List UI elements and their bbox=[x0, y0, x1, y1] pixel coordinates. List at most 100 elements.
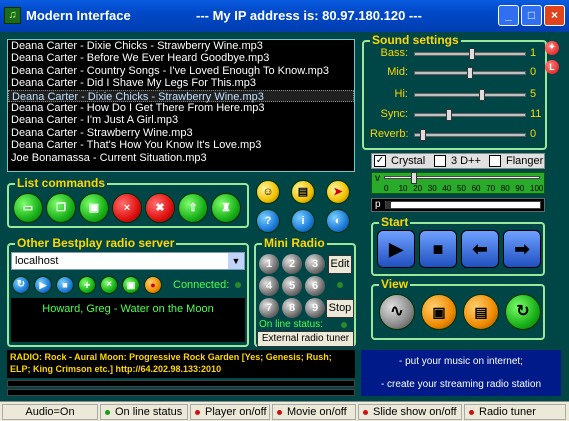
app-icon[interactable]: ♫ bbox=[4, 7, 21, 24]
title-bar: ♫ Modern Interface --- My IP address is:… bbox=[0, 0, 569, 32]
preset-2-button[interactable]: 2 bbox=[282, 254, 302, 274]
position-slider[interactable] bbox=[385, 201, 541, 209]
star-icon[interactable]: ✦ bbox=[545, 41, 559, 55]
playlist-item[interactable]: Deana Carter - Did I Shave My Legs For T… bbox=[8, 77, 354, 89]
slideshow-toggle[interactable]: Slide show on/off bbox=[358, 404, 462, 420]
playlist-item[interactable]: Deana Carter - Before We Ever Heard Good… bbox=[8, 52, 354, 64]
audio-status[interactable]: Audio=On bbox=[2, 404, 98, 420]
playlist-item[interactable]: Deana Carter - I'm Just A Girl.mp3 bbox=[8, 114, 354, 126]
open-folder-button[interactable]: ▭ bbox=[13, 193, 43, 223]
minimize-button[interactable]: _ bbox=[498, 5, 519, 26]
play-small-icon: ▶ bbox=[39, 280, 47, 290]
preset-6-button[interactable]: 6 bbox=[305, 276, 325, 296]
previous-button[interactable]: ⬅ bbox=[461, 230, 499, 268]
3d-label: 3 D++ bbox=[451, 155, 481, 167]
slider-thumb[interactable] bbox=[479, 89, 485, 101]
playlist[interactable]: Deana Carter - Dixie Chicks - Strawberry… bbox=[7, 39, 355, 172]
playlist-item[interactable]: Joe Bonamassa - Current Situation.mp3 bbox=[8, 152, 354, 164]
slider-thumb[interactable] bbox=[469, 48, 475, 60]
volume-thumb[interactable] bbox=[411, 172, 417, 184]
playlist-item[interactable]: Deana Carter - Country Songs - I've Love… bbox=[8, 65, 354, 77]
radio-save-button[interactable]: ▣ bbox=[122, 276, 140, 294]
slider-value: 0 bbox=[530, 128, 537, 140]
slider-track[interactable] bbox=[414, 67, 526, 79]
radio-record-button[interactable]: ● bbox=[144, 276, 162, 294]
maximize-button[interactable]: □ bbox=[521, 5, 542, 26]
radio-play-button[interactable]: ▶ bbox=[34, 276, 52, 294]
edit-button[interactable]: Edit bbox=[328, 255, 352, 274]
help-button[interactable]: ? bbox=[256, 209, 280, 233]
slider-track[interactable] bbox=[414, 89, 526, 101]
slider-track[interactable] bbox=[414, 129, 526, 141]
online-status-cell[interactable]: On line status bbox=[100, 404, 188, 420]
playlist-item[interactable]: Deana Carter - That's How You Know It's … bbox=[8, 139, 354, 151]
slider-thumb[interactable] bbox=[420, 129, 426, 141]
position-thumb[interactable] bbox=[386, 201, 391, 209]
playlist-view-button[interactable]: ▤ bbox=[463, 294, 499, 330]
preset-5-button[interactable]: 5 bbox=[282, 276, 302, 296]
record-icon: ● bbox=[150, 280, 156, 290]
movie-toggle[interactable]: Movie on/off bbox=[272, 404, 356, 420]
shield-button[interactable]: ◐ bbox=[326, 209, 350, 233]
play-button[interactable]: ▶ bbox=[377, 230, 415, 268]
preset-7-button[interactable]: 7 bbox=[259, 298, 279, 318]
preset-8-button[interactable]: 8 bbox=[282, 298, 302, 318]
move-up-button[interactable]: ⇧ bbox=[178, 193, 208, 223]
sound-settings-title: Sound settings bbox=[370, 33, 461, 47]
connect-button[interactable]: ↻ bbox=[12, 276, 30, 294]
copy-button[interactable]: ❐ bbox=[46, 193, 76, 223]
radio-tuner-toggle[interactable]: Radio tuner bbox=[464, 404, 566, 420]
radio-stop-button[interactable]: ■ bbox=[56, 276, 74, 294]
window-view-button[interactable]: ▣ bbox=[421, 294, 457, 330]
stop-small-icon: ■ bbox=[62, 280, 68, 290]
preset-9-button[interactable]: 9 bbox=[305, 298, 325, 318]
radio-progress-bar[interactable] bbox=[7, 380, 355, 387]
skin-button[interactable]: ☺ bbox=[256, 180, 280, 204]
computer-button[interactable]: ▤ bbox=[291, 180, 315, 204]
preset-4-button[interactable]: 4 bbox=[259, 276, 279, 296]
window-title: Modern Interface bbox=[26, 8, 131, 23]
radio-remove-button[interactable]: × bbox=[100, 276, 118, 294]
slider-track[interactable] bbox=[414, 109, 526, 121]
preset-1-button[interactable]: 1 bbox=[259, 254, 279, 274]
chevron-down-icon[interactable]: ▼ bbox=[228, 253, 244, 269]
shield-icon: ◐ bbox=[334, 215, 342, 227]
list-commands-title: List commands bbox=[15, 176, 108, 190]
delete-button[interactable]: ✖ bbox=[145, 193, 175, 223]
slider-thumb[interactable] bbox=[446, 109, 452, 121]
crystal-checkbox[interactable]: ✓ bbox=[374, 155, 386, 167]
preset-3-button[interactable]: 3 bbox=[305, 254, 325, 274]
lock-icon[interactable]: L bbox=[545, 60, 559, 74]
next-button[interactable]: ➡ bbox=[503, 230, 541, 268]
playlist-item[interactable]: Deana Carter - Strawberry Wine.mp3 bbox=[8, 127, 354, 139]
volume-slider[interactable] bbox=[384, 172, 540, 184]
server-select[interactable]: localhost ▼ bbox=[11, 252, 245, 270]
save-button[interactable]: ▣ bbox=[79, 193, 109, 223]
playlist-item[interactable]: Deana Carter - How Do I Get There From H… bbox=[8, 102, 354, 114]
player-toggle[interactable]: Player on/off bbox=[190, 404, 270, 420]
slider-track[interactable] bbox=[414, 48, 526, 60]
playlist-item[interactable]: Deana Carter - Dixie Chicks - Strawberry… bbox=[8, 89, 354, 103]
slider-label: Bass: bbox=[380, 47, 408, 59]
cursor-button[interactable]: ➤ bbox=[326, 180, 350, 204]
stop-radio-button[interactable]: Stop bbox=[326, 299, 354, 318]
radio-add-button[interactable]: + bbox=[78, 276, 96, 294]
previous-icon: ⬅ bbox=[472, 239, 488, 259]
visualizer-icon: ∿ bbox=[390, 303, 404, 320]
info-button[interactable]: i bbox=[291, 209, 315, 233]
slider-thumb[interactable] bbox=[467, 67, 473, 79]
external-radio-tuner-button[interactable]: External radio tuner bbox=[257, 331, 354, 347]
close-window-button[interactable]: × bbox=[544, 5, 565, 26]
3d-checkbox[interactable] bbox=[434, 155, 446, 167]
remove-button[interactable]: × bbox=[112, 193, 142, 223]
tree-icon: ♜ bbox=[221, 202, 231, 214]
stop-button[interactable]: ■ bbox=[419, 230, 457, 268]
playlist-item[interactable]: Deana Carter - Dixie Chicks - Strawberry… bbox=[8, 40, 354, 52]
flanger-checkbox[interactable] bbox=[489, 155, 501, 167]
start-title: Start bbox=[379, 215, 411, 229]
effects-bar: ✓ Crystal 3 D++ Flanger bbox=[371, 153, 545, 169]
volume-scale: 0 10 20 30 40 50 60 70 80 90 100 bbox=[384, 184, 544, 194]
refresh-button[interactable]: ↻ bbox=[505, 294, 541, 330]
visualizer-button[interactable]: ∿ bbox=[379, 294, 415, 330]
tree-button[interactable]: ♜ bbox=[211, 193, 241, 223]
